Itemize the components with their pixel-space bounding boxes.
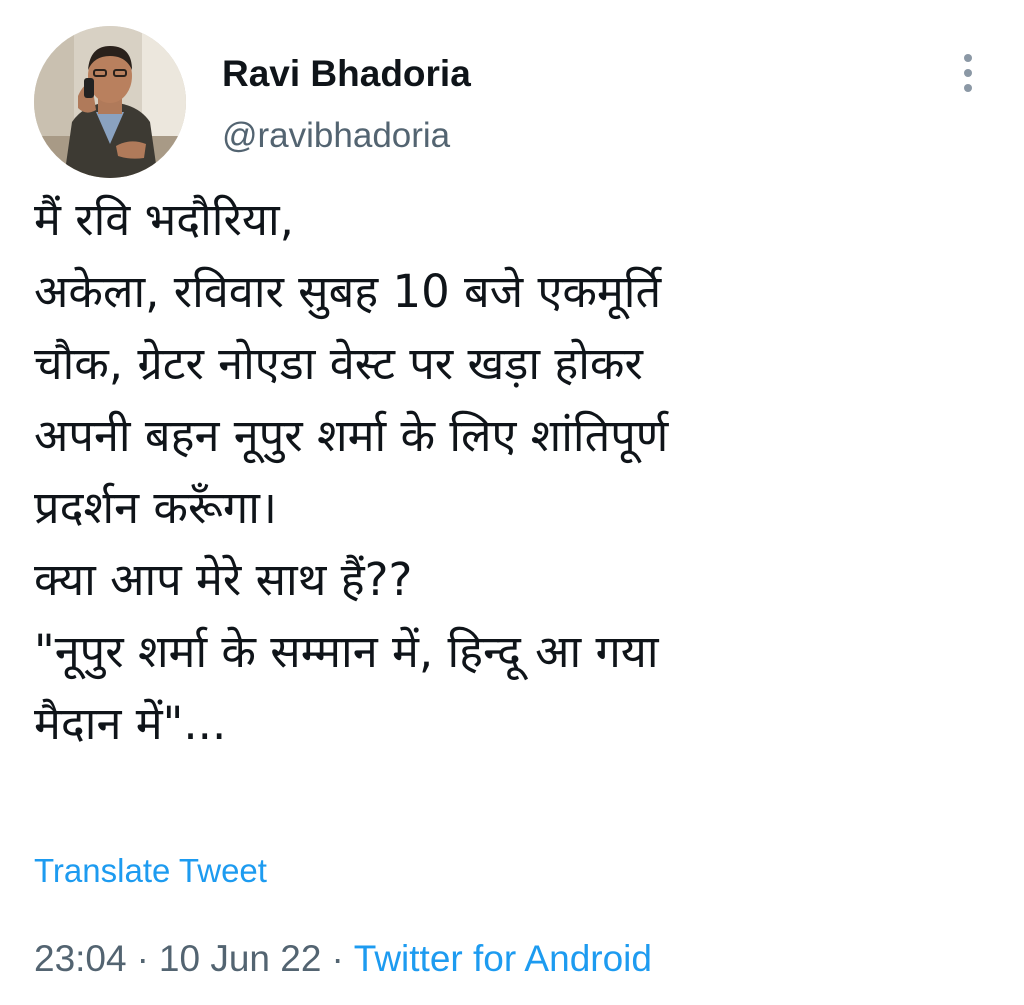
tweet-source-link[interactable]: Twitter for Android [354, 938, 652, 979]
tweet: Ravi Bhadoria @ravibhadoria मैं रवि भदौर… [0, 0, 1024, 1005]
author-display-name[interactable]: Ravi Bhadoria [222, 52, 471, 96]
tweet-metadata: 23:04 · 10 Jun 22 · Twitter for Android [34, 936, 652, 982]
tweet-line: "नूपुर शर्मा के सम्मान में, हिन्दू आ गया [34, 625, 659, 678]
tweet-date[interactable]: 10 Jun 22 [159, 938, 322, 979]
tweet-line: चौक, ग्रेटर नोएडा वेस्ट पर खड़ा होकर [34, 337, 643, 390]
translate-tweet-link[interactable]: Translate Tweet [34, 850, 267, 892]
tweet-line: अकेला, रविवार सुबह 10 बजे एकमूर्ति [34, 265, 662, 318]
author-handle[interactable]: @ravibhadoria [222, 114, 450, 158]
tweet-line: अपनी बहन नूपुर शर्मा के लिए शांतिपूर्ण [34, 409, 669, 462]
avatar[interactable] [34, 26, 186, 178]
tweet-text: मैं रवि भदौरिया, अकेला, रविवार सुबह 10 ब… [34, 184, 994, 760]
tweet-line: मैं रवि भदौरिया, [34, 193, 294, 246]
tweet-line: क्या आप मेरे साथ हैं?? [34, 553, 413, 606]
tweet-line: मैदान में"... [34, 697, 227, 750]
avatar-photo [34, 26, 186, 178]
tweet-line: प्रदर्शन करूँगा। [34, 481, 277, 534]
meta-separator: · [136, 938, 149, 979]
meta-separator: · [331, 938, 344, 979]
more-options-button[interactable] [946, 48, 990, 98]
more-vertical-icon [964, 54, 972, 92]
tweet-time[interactable]: 23:04 [34, 938, 127, 979]
